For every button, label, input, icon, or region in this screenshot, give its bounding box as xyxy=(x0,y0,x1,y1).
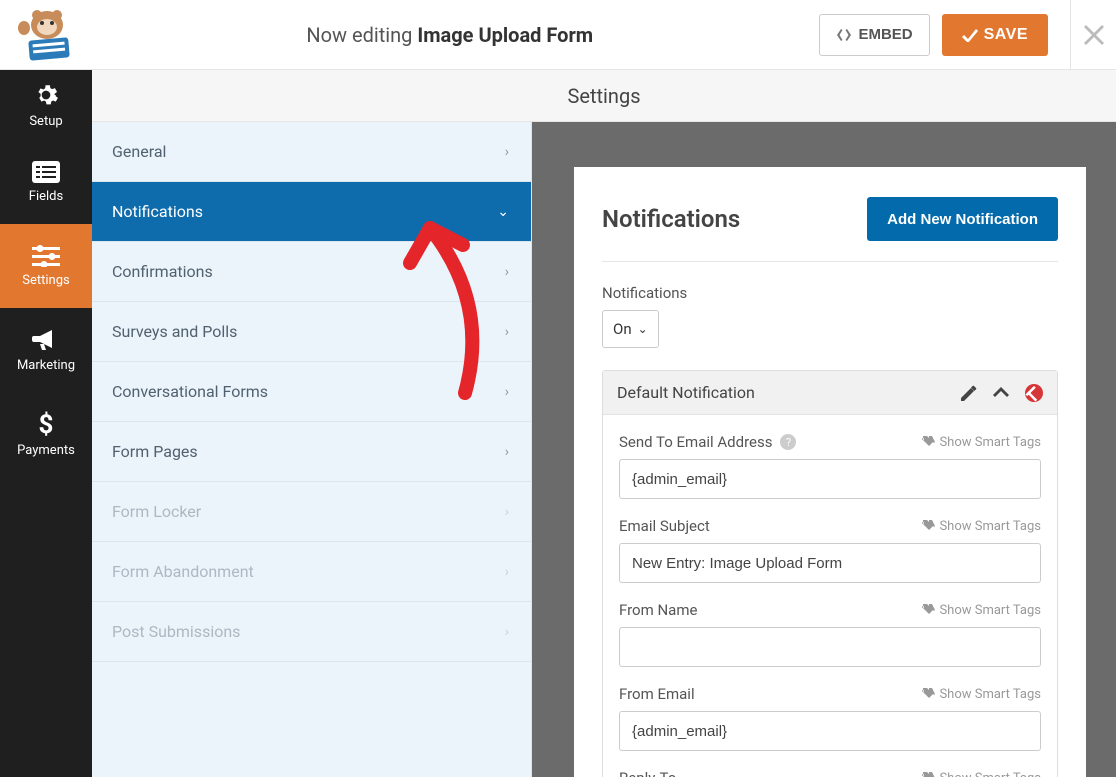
svg-text:$: $ xyxy=(39,411,54,437)
panel-title: Notifications xyxy=(602,205,740,233)
bullhorn-icon xyxy=(32,328,60,352)
chevron-right-icon: › xyxy=(505,384,509,400)
canvas: Notifications Add New Notification Notif… xyxy=(532,122,1116,777)
chevron-right-icon: › xyxy=(505,504,509,520)
tags-icon xyxy=(921,604,935,616)
submenu-item-conversational[interactable]: Conversational Forms › xyxy=(92,362,531,422)
notification-card: Default Notification Send To Email Addre… xyxy=(602,370,1058,777)
smart-tags-link[interactable]: Show Smart Tags xyxy=(921,519,1041,534)
card-header: Default Notification xyxy=(603,371,1057,415)
sidebar: Setup Fields Settings Marketing $ Paymen… xyxy=(0,70,92,777)
field-label-subject: Email Subject xyxy=(619,517,710,535)
sidebar-item-settings[interactable]: Settings xyxy=(0,224,92,308)
field-label-sendto: Send To Email Address xyxy=(619,433,772,451)
submenu-item-confirmations[interactable]: Confirmations › xyxy=(92,242,531,302)
dollar-icon: $ xyxy=(38,411,54,437)
tags-icon xyxy=(921,520,935,532)
sliders-icon xyxy=(32,245,60,267)
submenu-item-surveys[interactable]: Surveys and Polls › xyxy=(92,302,531,362)
tags-icon xyxy=(921,688,935,700)
fromname-input[interactable] xyxy=(619,627,1041,667)
smart-tags-link[interactable]: Show Smart Tags xyxy=(921,687,1041,702)
close-button[interactable] xyxy=(1071,0,1116,70)
notifications-label: Notifications xyxy=(602,284,1058,302)
sidebar-item-fields[interactable]: Fields xyxy=(0,140,92,224)
settings-submenu: General › Notifications ⌄ Confirmations … xyxy=(92,122,532,777)
embed-button[interactable]: EMBED xyxy=(819,14,929,56)
add-notification-button[interactable]: Add New Notification xyxy=(867,197,1058,241)
submenu-item-formpages[interactable]: Form Pages › xyxy=(92,422,531,482)
field-label-replyto: Reply-To xyxy=(619,769,676,777)
notifications-toggle[interactable]: On ⌄ xyxy=(602,310,659,348)
chevron-up-icon[interactable] xyxy=(993,387,1009,399)
sidebar-item-setup[interactable]: Setup xyxy=(0,70,92,140)
sidebar-item-marketing[interactable]: Marketing xyxy=(0,308,92,392)
editing-prefix: Now editing xyxy=(306,23,412,47)
sidebar-item-payments[interactable]: $ Payments xyxy=(0,392,92,476)
check-icon xyxy=(962,28,978,42)
sendto-input[interactable] xyxy=(619,459,1041,499)
code-icon xyxy=(836,28,852,42)
settings-panel: Notifications Add New Notification Notif… xyxy=(574,167,1086,777)
field-label-fromname: From Name xyxy=(619,601,697,619)
chevron-right-icon: › xyxy=(505,624,509,640)
tags-icon xyxy=(921,772,935,777)
chevron-right-icon: › xyxy=(505,264,509,280)
submenu-item-postsubmissions[interactable]: Post Submissions › xyxy=(92,602,531,662)
submenu-item-general[interactable]: General › xyxy=(92,122,531,182)
help-icon[interactable]: ? xyxy=(780,434,796,450)
submenu-item-abandonment[interactable]: Form Abandonment › xyxy=(92,542,531,602)
top-bar: Now editing Image Upload Form EMBED SAVE xyxy=(0,0,1116,70)
tags-icon xyxy=(921,436,935,448)
submenu-item-formlocker[interactable]: Form Locker › xyxy=(92,482,531,542)
chevron-right-icon: › xyxy=(505,324,509,340)
submenu-item-notifications[interactable]: Notifications ⌄ xyxy=(92,182,531,242)
chevron-down-icon: ⌄ xyxy=(638,322,648,336)
delete-icon[interactable] xyxy=(1025,384,1043,402)
fromemail-input[interactable] xyxy=(619,711,1041,751)
list-icon xyxy=(32,161,60,183)
subject-input[interactable] xyxy=(619,543,1041,583)
app-logo xyxy=(10,5,80,65)
smart-tags-link[interactable]: Show Smart Tags xyxy=(921,603,1041,618)
chevron-right-icon: › xyxy=(505,444,509,460)
settings-header: Settings xyxy=(92,70,1116,122)
save-button[interactable]: SAVE xyxy=(942,14,1048,56)
smart-tags-link[interactable]: Show Smart Tags xyxy=(921,435,1041,450)
editing-form-name: Image Upload Form xyxy=(417,23,593,47)
field-label-fromemail: From Email xyxy=(619,685,695,703)
smart-tags-link[interactable]: Show Smart Tags xyxy=(921,771,1041,777)
chevron-down-icon: ⌄ xyxy=(497,204,509,220)
chevron-right-icon: › xyxy=(505,564,509,580)
gear-icon xyxy=(33,82,59,108)
close-icon xyxy=(1084,25,1104,45)
pencil-icon[interactable] xyxy=(961,385,977,401)
chevron-right-icon: › xyxy=(505,144,509,160)
editing-title: Now editing Image Upload Form xyxy=(80,23,819,47)
